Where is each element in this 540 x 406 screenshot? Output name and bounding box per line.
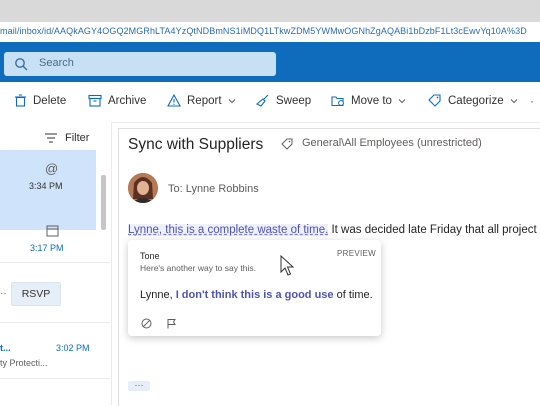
suggestion-emphasis: I don't think this is a good use: [175, 289, 334, 301]
list-separator: [0, 322, 110, 323]
recipient-line: To: Lynne Robbins: [168, 183, 259, 195]
suggestion-prefix: Lynne,: [140, 289, 176, 301]
calendar-icon: [46, 225, 59, 237]
move-folder-icon: [331, 96, 344, 107]
preview-badge: PREVIEW: [337, 249, 376, 258]
list-item-sender: t...: [0, 343, 11, 353]
avatar[interactable]: [128, 173, 158, 203]
trash-icon: [15, 94, 26, 107]
mention-icon: @: [45, 161, 59, 176]
flagged-phrase[interactable]: Lynne, this is a complete waste of time.: [128, 224, 329, 236]
list-separator: [0, 378, 110, 379]
delete-label: Delete: [33, 94, 67, 107]
sensitivity-tag-icon: [281, 138, 293, 150]
chevron-down-icon: [510, 98, 517, 103]
list-item-preview: ty Protecti...: [0, 358, 48, 368]
archive-label: Archive: [108, 94, 147, 107]
suggested-rewrite[interactable]: Lynne, I don't think this is a good use …: [140, 289, 373, 301]
chevron-down-icon: [398, 98, 406, 103]
move-to-label: Move to: [351, 94, 392, 107]
filter-button[interactable]: Filter: [45, 132, 89, 144]
filter-label: Filter: [65, 132, 90, 144]
mouse-cursor-icon: [280, 255, 295, 276]
more-commands-icon[interactable]: ·: [530, 94, 534, 108]
warning-icon: [167, 94, 181, 107]
search-icon: [15, 58, 28, 71]
body-text: It was decided late Friday that all proj…: [328, 224, 540, 236]
browser-tab-strip: [0, 0, 540, 22]
rsvp-button[interactable]: RSVP: [11, 282, 61, 306]
list-separator: [0, 262, 110, 263]
report-button[interactable]: Report: [167, 94, 242, 107]
flag-icon[interactable]: [166, 318, 177, 329]
chevron-down-icon: [228, 98, 235, 103]
list-item-time: 3:34 PM: [29, 181, 63, 191]
sweep-label: Sweep: [276, 94, 312, 107]
message-body[interactable]: Lynne, this is a complete waste of time.…: [128, 224, 540, 236]
message-subject: Sync with Suppliers: [128, 136, 264, 153]
card-title: Tone: [140, 251, 160, 261]
categorize-button[interactable]: Categorize: [428, 94, 524, 107]
archive-button[interactable]: Archive: [88, 94, 146, 107]
show-more-icon[interactable]: ···: [128, 381, 150, 391]
delete-button[interactable]: Delete: [14, 94, 66, 107]
pane-divider[interactable]: [111, 122, 112, 405]
report-label: Report: [187, 94, 222, 107]
address-url[interactable]: mail/inbox/id/AAQkAGY4OGQ2MGRhLTA4YzQtND…: [0, 26, 527, 36]
search-placeholder[interactable]: Search: [39, 57, 74, 69]
categorize-label: Categorize: [448, 94, 504, 107]
ignore-icon[interactable]: [141, 318, 152, 329]
sweep-button[interactable]: Sweep: [256, 94, 311, 107]
scrollbar[interactable]: [101, 175, 106, 230]
more-options-icon[interactable]: ··: [0, 288, 7, 299]
card-subtitle: Here's another way to say this.: [140, 263, 256, 273]
broom-icon: [256, 94, 269, 107]
sensitivity-label[interactable]: General\All Employees (unrestricted): [302, 137, 482, 149]
filter-icon: [45, 133, 57, 143]
list-item-time: 3:17 PM: [30, 243, 64, 253]
list-item-time: 3:02 PM: [56, 343, 90, 353]
archive-icon: [88, 94, 102, 107]
move-to-button[interactable]: Move to: [331, 94, 412, 107]
tag-icon: [428, 94, 441, 107]
suggestion-suffix: of time.: [333, 289, 373, 301]
